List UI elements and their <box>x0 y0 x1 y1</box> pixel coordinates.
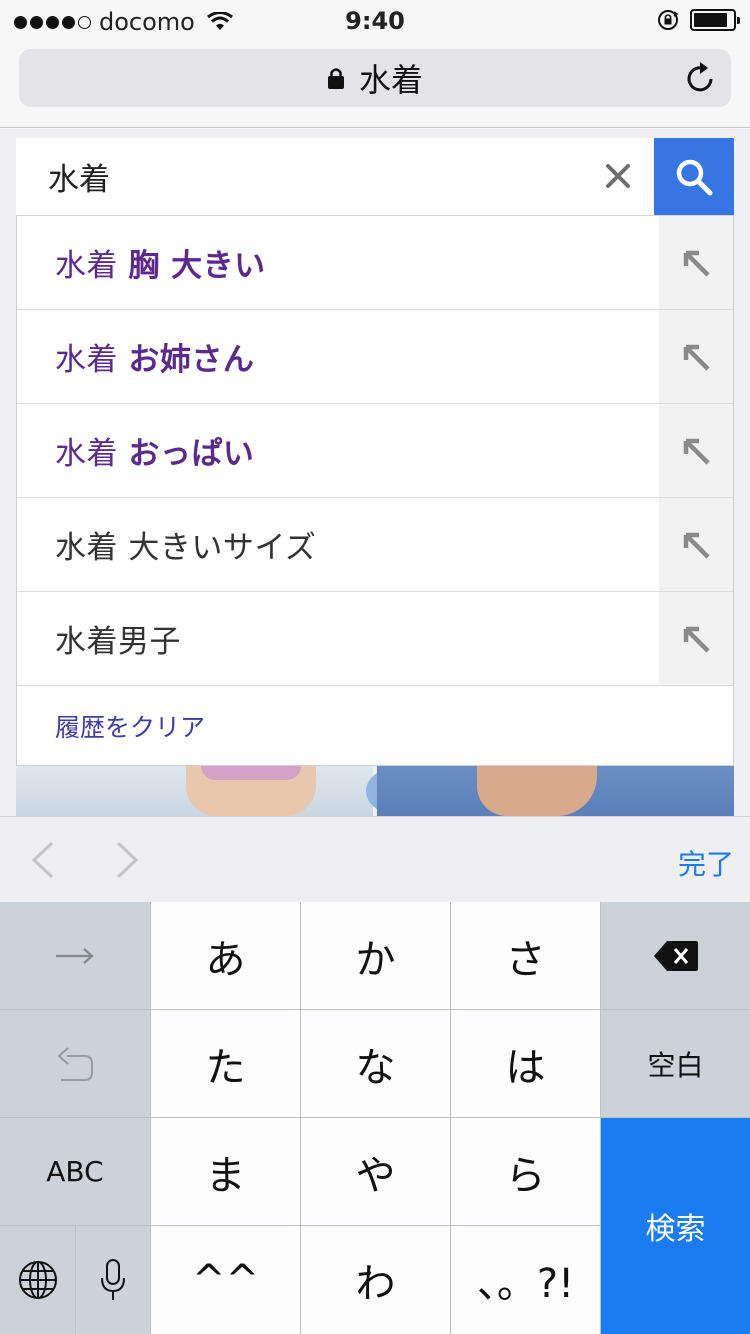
kana-key-ma[interactable]: ま <box>151 1118 300 1225</box>
reload-icon[interactable] <box>685 61 717 95</box>
microphone-icon <box>101 1259 125 1300</box>
suggestion-text: 水着 おっぱい <box>55 436 255 472</box>
kana-key-na[interactable]: な <box>301 1010 450 1117</box>
suggestion-text: 水着 胸 大きい <box>55 248 266 284</box>
search-button[interactable] <box>654 138 734 215</box>
kana-key-sa[interactable]: さ <box>451 902 600 1009</box>
page-title: 水着 <box>358 61 423 99</box>
lock-icon <box>327 68 344 89</box>
suggestion-text: 水着 お姉さん <box>55 342 255 378</box>
clear-input-icon[interactable] <box>600 158 636 194</box>
suggestion-text: 水着男子 <box>55 624 181 660</box>
suggestion-item[interactable]: 水着 おっぱい <box>17 404 733 498</box>
result-thumbnail[interactable] <box>377 766 734 816</box>
suggestion-item[interactable]: 水着男子 <box>17 592 733 686</box>
status-icons <box>656 8 740 32</box>
arrow-up-left-icon <box>683 438 710 465</box>
browser-toolbar: 水着 <box>0 40 750 128</box>
dictation-key[interactable] <box>76 1226 150 1334</box>
undo-icon <box>57 1046 93 1081</box>
backspace-icon <box>653 940 698 971</box>
kana-key-a[interactable]: あ <box>151 902 300 1009</box>
globe-key[interactable] <box>0 1226 75 1334</box>
done-button[interactable]: 完了 <box>678 843 734 883</box>
kana-key-ta[interactable]: た <box>151 1010 300 1117</box>
suggestion-text: 水着 大きいサイズ <box>55 530 317 566</box>
suggestion-item[interactable]: 水着 胸 大きい <box>17 216 733 310</box>
fill-query-button[interactable] <box>659 404 733 497</box>
abc-mode-key[interactable]: ABC <box>0 1118 150 1225</box>
arrow-up-left-icon <box>683 532 710 559</box>
arrow-up-left-icon <box>683 344 710 371</box>
next-field-icon[interactable] <box>114 841 140 879</box>
arrow-right-icon <box>56 947 94 964</box>
kana-key-ha[interactable]: は <box>451 1010 600 1117</box>
clear-history-link[interactable]: 履歴をクリア <box>17 686 733 766</box>
suggestion-item[interactable]: 水着 お姉さん <box>17 310 733 404</box>
address-bar[interactable]: 水着 <box>19 49 731 107</box>
suggestion-list: 水着 胸 大きい 水着 お姉さん 水着 おっぱい 水着 大きいサイズ 水着男子 <box>16 215 734 766</box>
arrow-up-left-icon <box>683 626 710 653</box>
delete-key[interactable] <box>601 902 750 1009</box>
status-bar: docomo 9:40 <box>0 0 750 40</box>
keyboard-accessory-bar: 完了 <box>0 816 750 902</box>
fill-query-button[interactable] <box>659 498 733 591</box>
search-key[interactable]: 検索 <box>601 1118 750 1334</box>
kana-key-wa[interactable]: わ <box>301 1226 450 1334</box>
fill-query-button[interactable] <box>659 310 733 403</box>
arrow-up-left-icon <box>683 250 710 277</box>
undo-key[interactable] <box>0 1010 150 1117</box>
kana-key-ka[interactable]: か <box>301 902 450 1009</box>
web-page: 水着 胸 大きい 水着 お姉さん 水着 おっぱい 水着 大きいサイズ 水着男子 <box>0 129 750 816</box>
globe-icon <box>18 1261 57 1299</box>
battery-icon <box>690 9 740 31</box>
fill-query-button[interactable] <box>659 216 733 309</box>
clock: 9:40 <box>345 7 405 35</box>
previous-field-icon[interactable] <box>30 841 56 879</box>
search-box <box>16 138 654 215</box>
orientation-lock-icon <box>658 10 679 30</box>
search-input[interactable] <box>48 138 568 215</box>
punctuation-key[interactable]: 、。?! <box>451 1226 600 1334</box>
address-title-group: 水着 <box>19 49 731 107</box>
kana-key-ya[interactable]: や <box>301 1118 450 1225</box>
result-thumbnails <box>16 766 734 816</box>
next-character-key[interactable] <box>0 902 150 1009</box>
search-icon <box>676 159 713 195</box>
suggestion-item[interactable]: 水着 大きいサイズ <box>17 498 733 592</box>
result-thumbnail[interactable] <box>16 766 436 816</box>
kaomoji-key[interactable]: ^^ <box>151 1226 300 1334</box>
kana-key-ra[interactable]: ら <box>451 1118 600 1225</box>
japanese-kana-keyboard: あ か さ た な は 空白 ABC ま や ら 検索 ^^ わ 、。?! <box>0 902 750 1334</box>
space-key[interactable]: 空白 <box>601 1010 750 1117</box>
fill-query-button[interactable] <box>659 592 733 685</box>
